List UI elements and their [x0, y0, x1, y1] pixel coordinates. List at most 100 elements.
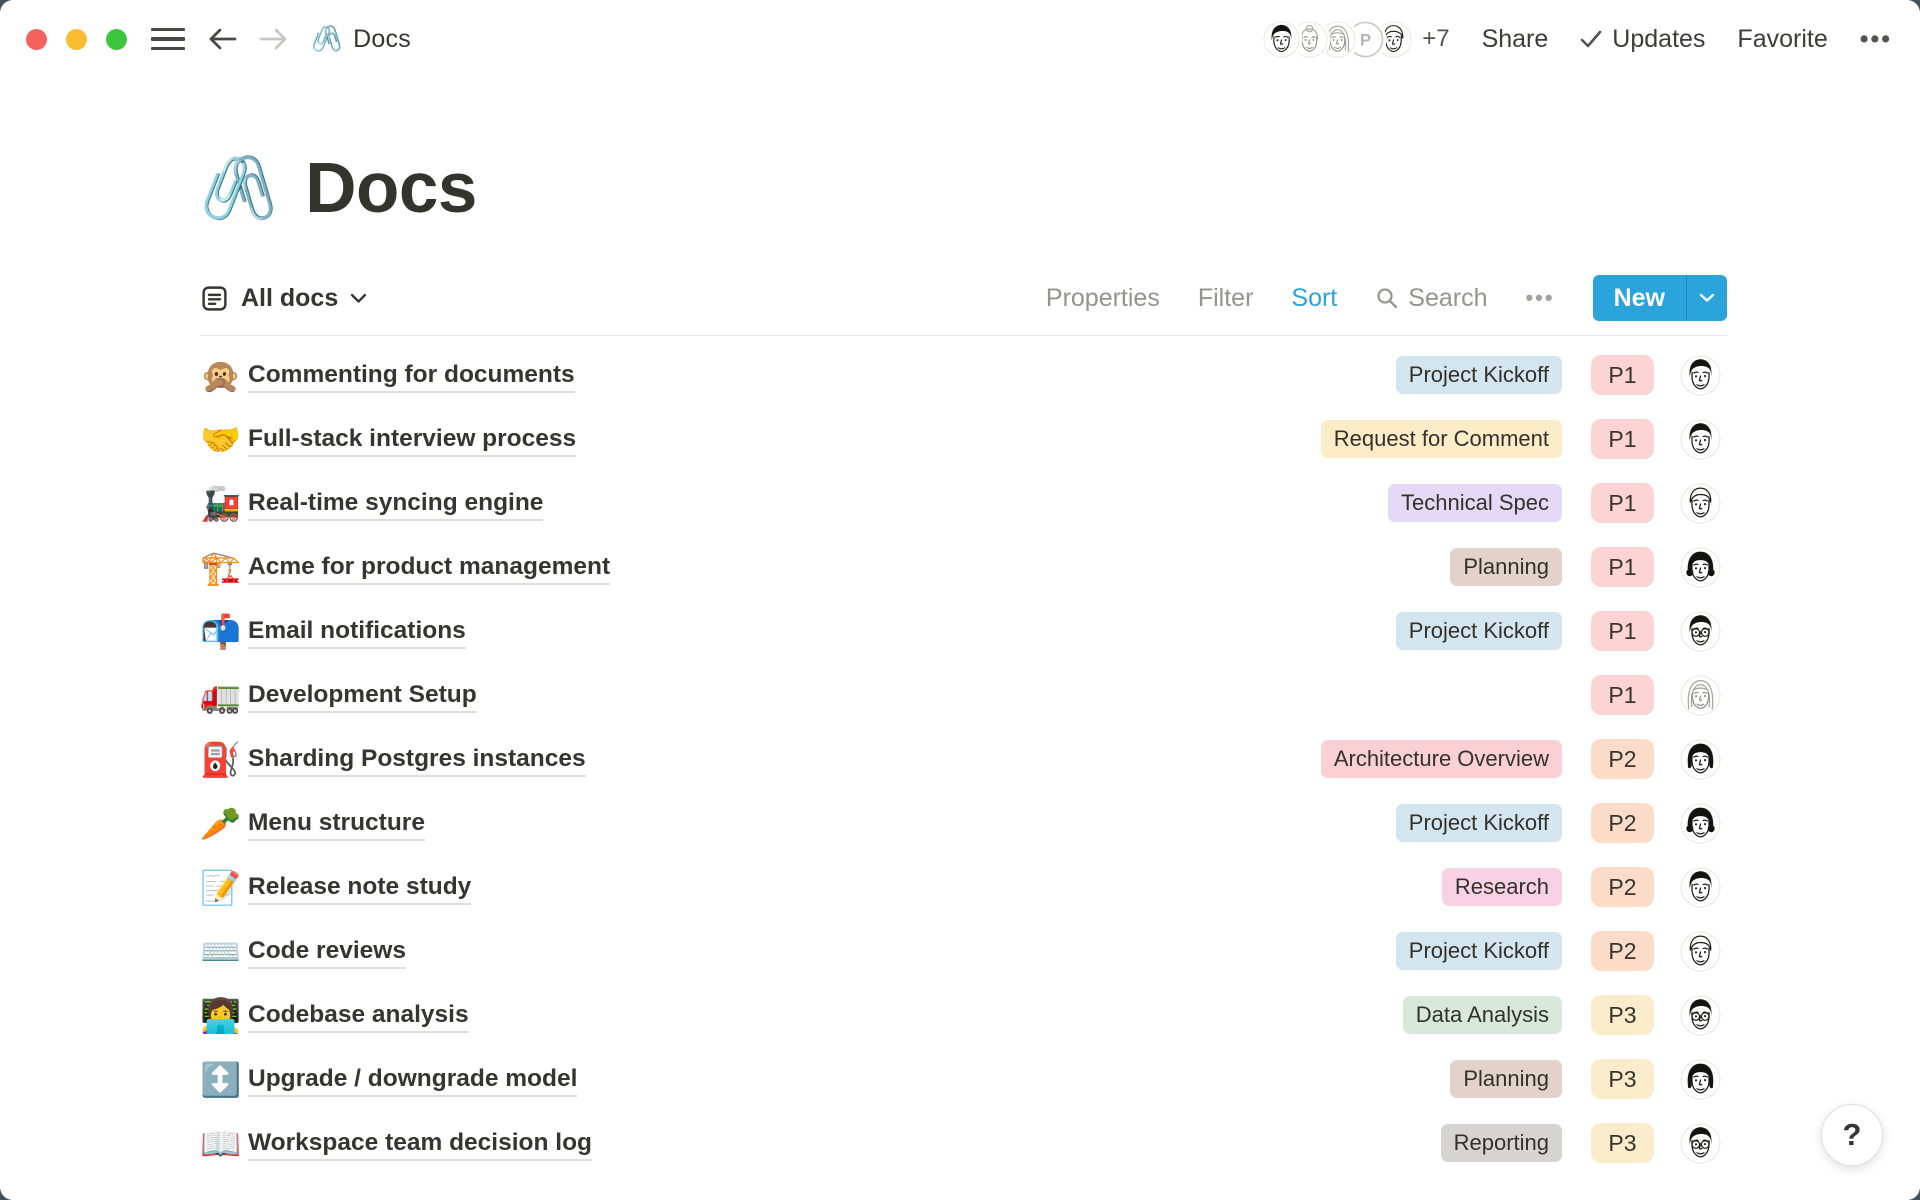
- doc-type-tag[interactable]: Planning: [1450, 548, 1562, 586]
- owner-avatar[interactable]: [1680, 419, 1721, 460]
- properties-button[interactable]: Properties: [1046, 284, 1160, 313]
- priority-badge[interactable]: P1: [1591, 675, 1654, 715]
- priority-badge[interactable]: P2: [1591, 867, 1654, 907]
- owner-avatar[interactable]: [1680, 867, 1721, 908]
- doc-title-link[interactable]: Commenting for documents: [248, 361, 1396, 389]
- sort-button[interactable]: Sort: [1291, 284, 1337, 313]
- table-row[interactable]: 📬 Email notifications Project Kickoff P1: [200, 599, 1727, 663]
- collaborator-overflow-count[interactable]: +7: [1422, 25, 1449, 53]
- doc-title-link[interactable]: Full-stack interview process: [248, 425, 1321, 453]
- doc-type-tag[interactable]: Project Kickoff: [1396, 356, 1562, 394]
- search-button[interactable]: Search: [1375, 284, 1487, 313]
- updates-button[interactable]: Updates: [1580, 25, 1705, 54]
- table-row[interactable]: ⛽ Sharding Postgres instances Architectu…: [200, 727, 1727, 791]
- table-row[interactable]: ↕️ Upgrade / downgrade model Planning P3: [200, 1047, 1727, 1111]
- collaborator-avatars[interactable]: P: [1263, 21, 1412, 58]
- owner-avatar[interactable]: [1680, 483, 1721, 524]
- priority-badge[interactable]: P1: [1591, 355, 1654, 395]
- doc-type-tag[interactable]: Project Kickoff: [1396, 612, 1562, 650]
- close-window-button[interactable]: [26, 29, 47, 50]
- owner-avatar[interactable]: [1680, 675, 1721, 716]
- owner-avatar[interactable]: [1680, 739, 1721, 780]
- priority-badge[interactable]: P3: [1591, 995, 1654, 1035]
- priority-badge[interactable]: P1: [1591, 611, 1654, 651]
- back-arrow-icon[interactable]: [207, 25, 238, 53]
- doc-title-link[interactable]: Codebase analysis: [248, 1001, 1403, 1029]
- priority-badge[interactable]: P1: [1591, 419, 1654, 459]
- doc-type-tag[interactable]: Technical Spec: [1388, 484, 1562, 522]
- doc-type-tag[interactable]: Project Kickoff: [1396, 804, 1562, 842]
- traffic-lights: [26, 29, 127, 50]
- sidebar-toggle-icon[interactable]: [151, 28, 185, 51]
- doc-title-link[interactable]: Sharding Postgres instances: [248, 745, 1321, 773]
- table-row[interactable]: 👩‍💻 Codebase analysis Data Analysis P3: [200, 983, 1727, 1047]
- doc-title-link[interactable]: Real-time syncing engine: [248, 489, 1388, 517]
- doc-type-tag[interactable]: Request for Comment: [1321, 420, 1562, 458]
- doc-title-link[interactable]: Development Setup: [248, 681, 1562, 709]
- doc-emoji: 🚛: [200, 679, 248, 712]
- owner-avatar[interactable]: [1680, 611, 1721, 652]
- doc-type-tag[interactable]: Planning: [1450, 1060, 1562, 1098]
- doc-emoji: 📬: [200, 615, 248, 648]
- doc-title-link[interactable]: Menu structure: [248, 809, 1396, 837]
- table-row[interactable]: 📝 Release note study Research P2: [200, 855, 1727, 919]
- forward-arrow-icon[interactable]: [258, 25, 289, 53]
- breadcrumb[interactable]: 🖇️ Docs: [311, 25, 411, 54]
- doc-type-tag[interactable]: Project Kickoff: [1396, 932, 1562, 970]
- checkmark-icon: [1580, 30, 1602, 48]
- priority-badge[interactable]: P1: [1591, 483, 1654, 523]
- owner-avatar[interactable]: [1680, 995, 1721, 1036]
- doc-emoji: 📝: [200, 871, 248, 904]
- table-row[interactable]: 🥕 Menu structure Project Kickoff P2: [200, 791, 1727, 855]
- view-switcher[interactable]: All docs: [200, 284, 367, 313]
- doc-type-tag[interactable]: Reporting: [1441, 1124, 1562, 1162]
- owner-avatar[interactable]: [1680, 1123, 1721, 1164]
- priority-badge[interactable]: P3: [1591, 1123, 1654, 1163]
- breadcrumb-title: Docs: [353, 25, 411, 54]
- page-icon[interactable]: 🖇️: [200, 158, 277, 220]
- priority-badge[interactable]: P3: [1591, 1059, 1654, 1099]
- table-row[interactable]: ⌨️ Code reviews Project Kickoff P2: [200, 919, 1727, 983]
- table-row[interactable]: 🏗️ Acme for product management Planning …: [200, 535, 1727, 599]
- avatar-man-dark[interactable]: [1263, 21, 1300, 58]
- minimize-window-button[interactable]: [66, 29, 87, 50]
- doc-title-link[interactable]: Workspace team decision log: [248, 1129, 1441, 1157]
- more-options-icon[interactable]: •••: [1860, 25, 1892, 54]
- chevron-down-icon: [1699, 293, 1715, 303]
- table-row[interactable]: 🤝 Full-stack interview process Request f…: [200, 407, 1727, 471]
- doc-title-text: Workspace team decision log: [248, 1129, 592, 1161]
- doc-title-link[interactable]: Acme for product management: [248, 553, 1450, 581]
- table-row[interactable]: 🚛 Development Setup P1: [200, 663, 1727, 727]
- new-doc-button[interactable]: New: [1593, 275, 1727, 321]
- doc-type-tag[interactable]: Research: [1442, 868, 1562, 906]
- owner-avatar[interactable]: [1680, 803, 1721, 844]
- table-row[interactable]: 📖 Workspace team decision log Reporting …: [200, 1111, 1727, 1175]
- owner-avatar[interactable]: [1680, 547, 1721, 588]
- doc-title-text: Development Setup: [248, 681, 477, 713]
- doc-type-tag[interactable]: Architecture Overview: [1321, 740, 1562, 778]
- doc-title-link[interactable]: Code reviews: [248, 937, 1396, 965]
- doc-type-tag[interactable]: Data Analysis: [1403, 996, 1562, 1034]
- favorite-button[interactable]: Favorite: [1737, 25, 1827, 54]
- doc-title-link[interactable]: Upgrade / downgrade model: [248, 1065, 1450, 1093]
- doc-title-link[interactable]: Release note study: [248, 873, 1442, 901]
- priority-badge[interactable]: P1: [1591, 547, 1654, 587]
- priority-badge[interactable]: P2: [1591, 803, 1654, 843]
- help-button[interactable]: ?: [1821, 1104, 1883, 1166]
- owner-avatar[interactable]: [1680, 355, 1721, 396]
- doc-title-text: Sharding Postgres instances: [248, 745, 586, 777]
- owner-avatar[interactable]: [1680, 931, 1721, 972]
- filter-button[interactable]: Filter: [1198, 284, 1254, 313]
- new-doc-dropdown[interactable]: [1686, 275, 1727, 321]
- doc-emoji: 🏗️: [200, 551, 248, 584]
- doc-title-link[interactable]: Email notifications: [248, 617, 1396, 645]
- table-row[interactable]: 🚂 Real-time syncing engine Technical Spe…: [200, 471, 1727, 535]
- share-button[interactable]: Share: [1482, 25, 1549, 54]
- zoom-window-button[interactable]: [106, 29, 127, 50]
- table-row[interactable]: 🙊 Commenting for documents Project Kicko…: [200, 343, 1727, 407]
- owner-avatar[interactable]: [1680, 1059, 1721, 1100]
- view-more-options-icon[interactable]: •••: [1525, 285, 1554, 311]
- priority-badge[interactable]: P2: [1591, 931, 1654, 971]
- doc-title-text: Release note study: [248, 873, 471, 905]
- priority-badge[interactable]: P2: [1591, 739, 1654, 779]
